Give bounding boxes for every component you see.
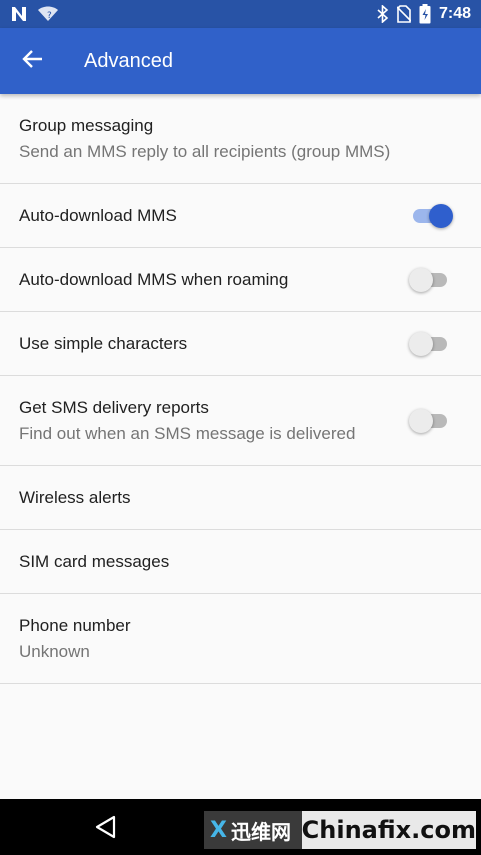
watermark: X 迅维网 Chinafix.com (204, 811, 476, 849)
bluetooth-icon (377, 5, 389, 23)
watermark-site: Chinafix.com (301, 811, 476, 849)
no-sim-icon (396, 5, 411, 23)
auto-download-roaming-switch[interactable] (409, 267, 451, 292)
setting-summary: Send an MMS reply to all recipients (gro… (19, 141, 391, 161)
setting-sim-messages[interactable]: SIM card messages (0, 530, 481, 594)
setting-auto-download-roaming[interactable]: Auto-download MMS when roaming (0, 248, 481, 312)
setting-auto-download-mms[interactable]: Auto-download MMS (0, 184, 481, 248)
setting-title: Get SMS delivery reports (19, 397, 209, 417)
nav-back-triangle-icon (92, 815, 120, 845)
watermark-x-icon: X (210, 817, 227, 843)
auto-download-mms-switch[interactable] (411, 203, 453, 228)
setting-title: Auto-download MMS when roaming (19, 269, 289, 289)
n-notification-icon (10, 6, 28, 22)
setting-title: Phone number (19, 615, 131, 635)
setting-title: Use simple characters (19, 333, 188, 353)
setting-group-messaging[interactable]: Group messaging Send an MMS reply to all… (0, 94, 481, 184)
wifi-icon: ? (38, 6, 58, 22)
setting-title: Wireless alerts (19, 487, 131, 507)
svg-text:?: ? (47, 11, 52, 21)
watermark-logo: X 迅维网 (204, 811, 302, 849)
watermark-site-text: Chinafix.com (301, 816, 476, 844)
back-button[interactable] (0, 28, 66, 94)
status-time: 7:48 (438, 5, 471, 22)
setting-phone-number[interactable]: Phone number Unknown (0, 594, 481, 684)
setting-wireless-alerts[interactable]: Wireless alerts (0, 466, 481, 530)
switch-thumb (429, 203, 453, 228)
switch-thumb (409, 408, 433, 433)
battery-icon (419, 4, 431, 24)
setting-summary: Unknown (19, 641, 90, 661)
setting-simple-characters[interactable]: Use simple characters (0, 312, 481, 376)
switch-thumb (409, 267, 433, 292)
delivery-reports-switch[interactable] (409, 408, 451, 433)
setting-title: SIM card messages (19, 551, 170, 571)
setting-summary: Find out when an SMS message is delivere… (19, 423, 356, 443)
nav-back-button[interactable] (92, 813, 120, 841)
simple-characters-switch[interactable] (409, 331, 451, 356)
arrow-back-icon (22, 48, 44, 75)
setting-delivery-reports[interactable]: Get SMS delivery reports Find out when a… (0, 376, 481, 466)
watermark-logo-text: 迅维网 (230, 819, 291, 844)
app-bar: Advanced (0, 28, 481, 94)
setting-title: Auto-download MMS (19, 205, 177, 225)
switch-thumb (409, 331, 433, 356)
settings-list: Group messaging Send an MMS reply to all… (0, 94, 481, 684)
status-bar: ? 7:48 (0, 0, 481, 28)
page-title: Advanced (84, 49, 173, 72)
setting-title: Group messaging (19, 115, 154, 135)
